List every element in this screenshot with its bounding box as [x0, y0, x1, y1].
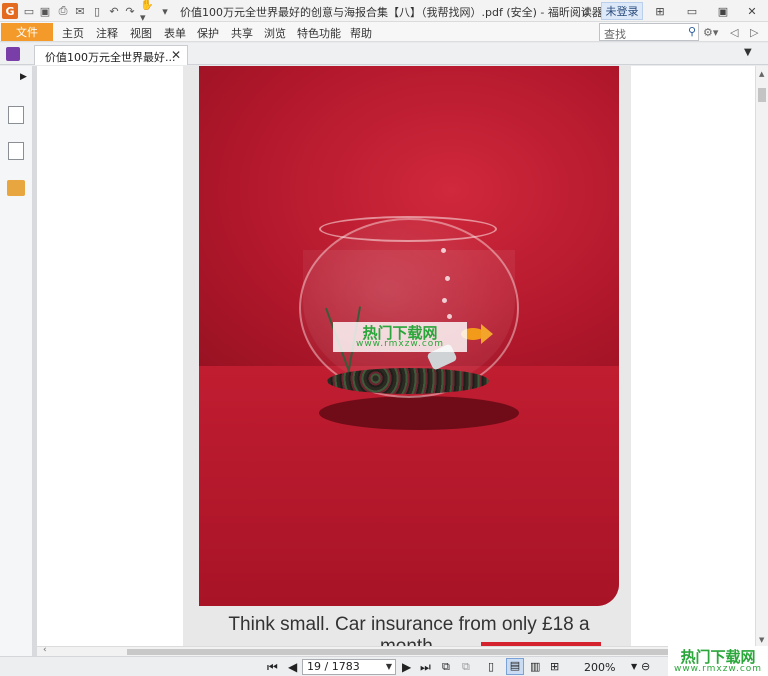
horizontal-scrollbar[interactable]: ‹: [37, 645, 755, 656]
pages-icon[interactable]: [8, 142, 24, 160]
navigation-panel: ▶: [0, 66, 33, 656]
menu-browse[interactable]: 浏览: [264, 25, 286, 41]
close-icon[interactable]: ✕: [744, 3, 760, 19]
scroll-up-icon[interactable]: ▲: [759, 70, 764, 78]
zoom-out-icon[interactable]: ⊖: [641, 660, 650, 673]
page-dropdown-icon[interactable]: ▼: [386, 660, 392, 674]
comments-icon[interactable]: [7, 180, 25, 196]
minimize-icon[interactable]: ▭: [684, 3, 700, 19]
document-tab[interactable]: 价值100万元全世界最好... ✕: [34, 45, 188, 65]
watermark-overlay: 热门下载网 www.rmxzw.com: [333, 322, 467, 352]
close-tab-icon[interactable]: ✕: [171, 48, 181, 62]
bubble: [441, 248, 446, 253]
bowl-gravel: [327, 368, 489, 394]
menu-home[interactable]: 主页: [62, 25, 84, 41]
settings-gear-icon[interactable]: ⚙▾: [703, 26, 718, 39]
email-icon[interactable]: ✉: [73, 3, 87, 19]
menu-form[interactable]: 表单: [164, 25, 186, 41]
zoom-dropdown-icon[interactable]: ▼: [631, 662, 637, 671]
scroll-down-icon[interactable]: ▼: [759, 636, 764, 644]
facing-pages-icon[interactable]: ▥: [530, 660, 540, 673]
watermark-url: www.rmxzw.com: [355, 339, 445, 349]
app-logo-icon[interactable]: G: [2, 3, 18, 19]
document-tab-title: 价值100万元全世界最好...: [45, 51, 176, 64]
back-arrow-icon[interactable]: ◁: [730, 26, 738, 39]
search-input[interactable]: 查找: [604, 26, 626, 42]
document-view[interactable]: 热门下载网 www.rmxzw.com Think small. Car ins…: [37, 66, 755, 646]
horizontal-scroll-thumb[interactable]: [127, 649, 687, 655]
expand-panel-icon[interactable]: ▶: [20, 72, 27, 82]
login-button[interactable]: 未登录: [601, 2, 643, 20]
previous-page-icon[interactable]: ◀: [288, 660, 297, 674]
menu-features[interactable]: 特色功能: [297, 25, 341, 41]
first-page-icon[interactable]: ⏮: [267, 660, 278, 675]
maximize-icon[interactable]: ▣: [715, 3, 731, 19]
tab-list-dropdown-icon[interactable]: ▼: [744, 47, 752, 58]
undo-icon[interactable]: ↶: [107, 3, 121, 19]
shirt-skin-icon[interactable]: ⌂: [578, 3, 594, 19]
ribbon-menu: 文件 主页 注释 视图 表单 保护 共享 浏览 特色功能 帮助 查找 ⚲ ⚙▾ …: [0, 22, 768, 42]
title-bar: G ▭ ▣ ⎙ ✉ ▯ ↶ ↷ ✋▾ ▾ 价值100万元全世界最好的创意与海报合…: [0, 0, 768, 24]
corner-watermark: 热门下载网 www.rmxzw.com: [668, 646, 768, 676]
previous-view-icon[interactable]: ⧉: [442, 660, 450, 674]
status-bar: ⏮ ◀ 19 / 1783 ▼ ▶ ⏭ ⧉ ⧉ ▯ ▤ ▥ ⊞ 200% ▼ ⊖: [0, 656, 768, 676]
vertical-scrollbar[interactable]: ▲ ▼: [755, 66, 768, 646]
customize-icon[interactable]: ▾: [160, 3, 170, 19]
search-box[interactable]: 查找 ⚲: [599, 23, 699, 41]
corner-watermark-url: www.rmxzw.com: [673, 664, 763, 674]
continuous-facing-icon[interactable]: ⊞: [550, 660, 559, 673]
continuous-page-icon[interactable]: ▤: [506, 658, 524, 675]
vertical-scroll-thumb[interactable]: [758, 88, 766, 102]
single-page-icon[interactable]: ▯: [488, 660, 494, 673]
bowl-shadow: [319, 396, 519, 430]
bubble: [447, 314, 452, 319]
zoom-level[interactable]: 200%: [584, 661, 615, 674]
menu-share[interactable]: 共享: [231, 25, 253, 41]
bowl-rim: [319, 216, 497, 242]
page-thumbnail-icon[interactable]: [8, 106, 24, 124]
page-number-field[interactable]: 19 / 1783 ▼: [302, 659, 396, 675]
window-title: 价值100万元全世界最好的创意与海报合集【八】（我帮找网）.pdf (安全) -…: [180, 6, 603, 19]
forward-arrow-icon[interactable]: ▷: [750, 26, 758, 39]
hand-tool-icon[interactable]: ✋▾: [140, 0, 158, 24]
save-icon[interactable]: ▣: [38, 3, 52, 19]
menu-view[interactable]: 视图: [130, 25, 152, 41]
menu-protect[interactable]: 保护: [197, 25, 219, 41]
redo-icon[interactable]: ↷: [123, 3, 137, 19]
document-tab-bar: 价值100万元全世界最好... ✕ ▼: [0, 43, 768, 65]
menu-help[interactable]: 帮助: [350, 25, 372, 41]
foxit-doc-icon: [6, 47, 20, 61]
print-icon[interactable]: ⎙: [56, 3, 70, 19]
page-number-value: 19 / 1783: [307, 660, 360, 673]
next-view-icon[interactable]: ⧉: [462, 660, 470, 674]
scroll-left-icon[interactable]: ‹: [43, 645, 47, 655]
open-icon[interactable]: ▭: [22, 3, 36, 19]
app-window: G ▭ ▣ ⎙ ✉ ▯ ↶ ↷ ✋▾ ▾ 价值100万元全世界最好的创意与海报合…: [0, 0, 768, 676]
next-page-icon[interactable]: ▶: [402, 660, 411, 674]
bubble: [445, 276, 450, 281]
new-page-icon[interactable]: ▯: [90, 3, 104, 19]
search-icon[interactable]: ⚲: [688, 25, 696, 38]
last-page-icon[interactable]: ⏭: [420, 660, 431, 675]
layout-icon[interactable]: ⊞: [652, 3, 668, 19]
menu-comment[interactable]: 注释: [96, 25, 118, 41]
bubble: [442, 298, 447, 303]
goldfish-tail: [481, 324, 493, 344]
menu-file[interactable]: 文件: [1, 23, 53, 41]
